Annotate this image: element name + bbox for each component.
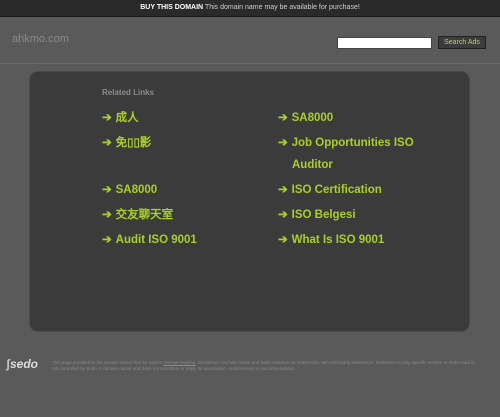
link-label: SA8000 bbox=[115, 184, 158, 196]
arrow-right-icon: ➔ bbox=[278, 234, 288, 246]
disclaimer-part1: This page provided to the domain owner f… bbox=[52, 360, 163, 365]
top-banner: BUY THIS DOMAIN This domain name may be … bbox=[0, 0, 500, 17]
arrow-right-icon: ➔ bbox=[102, 112, 112, 124]
arrow-right-icon: ➔ bbox=[102, 234, 112, 246]
search-input[interactable] bbox=[337, 37, 432, 49]
related-link[interactable]: ➔ What Is ISO 9001 bbox=[278, 229, 384, 251]
sedo-logo-text: sedo bbox=[10, 357, 39, 371]
sedo-logo[interactable]: ʃsedo bbox=[6, 357, 38, 371]
header: ahkmo.com Search Ads bbox=[0, 17, 500, 64]
link-label: 交友聊天室 bbox=[115, 209, 174, 221]
link-label: ISO Belgesi bbox=[291, 209, 356, 221]
related-link[interactable]: ➔ 成人 bbox=[102, 107, 139, 129]
related-link[interactable]: ➔ 免▯▯影 bbox=[102, 132, 151, 154]
domain-parking-link[interactable]: Domain Parking bbox=[163, 360, 195, 365]
link-label: SA8000 bbox=[291, 112, 334, 124]
buy-domain-link[interactable]: BUY THIS DOMAIN bbox=[140, 4, 203, 11]
link-label: What Is ISO 9001 bbox=[291, 234, 385, 246]
link-label: 免▯▯影 bbox=[115, 137, 152, 149]
arrow-right-icon: ➔ bbox=[102, 184, 112, 196]
related-links-panel: Related Links ➔ 成人 ➔ 免▯▯影 ➔ SA8000 ➔ 交友聊天室 ➔… bbox=[30, 72, 469, 331]
related-link[interactable]: ➔ Audit ISO 9001 bbox=[102, 229, 197, 251]
link-label: Job Opportunities ISO bbox=[291, 137, 414, 149]
availability-message: This domain name may be available for pu… bbox=[204, 4, 360, 11]
related-link[interactable]: ➔ 交友聊天室 bbox=[102, 204, 173, 226]
related-link[interactable]: ➔ ISO Certification bbox=[278, 179, 382, 201]
related-links-title: Related Links bbox=[102, 88, 155, 97]
footer: ʃsedo This page provided to the domain o… bbox=[0, 347, 500, 417]
link-label-continued: Auditor bbox=[292, 159, 333, 171]
related-link[interactable]: ➔ SA8000 bbox=[102, 179, 157, 201]
arrow-right-icon: ➔ bbox=[278, 209, 288, 221]
search-ads-button[interactable]: Search Ads bbox=[438, 36, 486, 49]
arrow-right-icon: ➔ bbox=[278, 137, 288, 149]
related-link[interactable]: ➔ Job Opportunities ISO Auditor bbox=[278, 132, 414, 176]
disclaimer-text: This page provided to the domain owner f… bbox=[52, 360, 482, 372]
link-label: ISO Certification bbox=[291, 184, 382, 196]
related-link[interactable]: ➔ SA8000 bbox=[278, 107, 333, 129]
arrow-right-icon: ➔ bbox=[278, 112, 288, 124]
arrow-right-icon: ➔ bbox=[102, 137, 112, 149]
link-label: Audit ISO 9001 bbox=[115, 234, 197, 246]
domain-name: ahkmo.com bbox=[12, 33, 69, 45]
related-link[interactable]: ➔ ISO Belgesi bbox=[278, 204, 356, 226]
arrow-right-icon: ➔ bbox=[278, 184, 288, 196]
link-label: 成人 bbox=[115, 112, 139, 124]
arrow-right-icon: ➔ bbox=[102, 209, 112, 221]
